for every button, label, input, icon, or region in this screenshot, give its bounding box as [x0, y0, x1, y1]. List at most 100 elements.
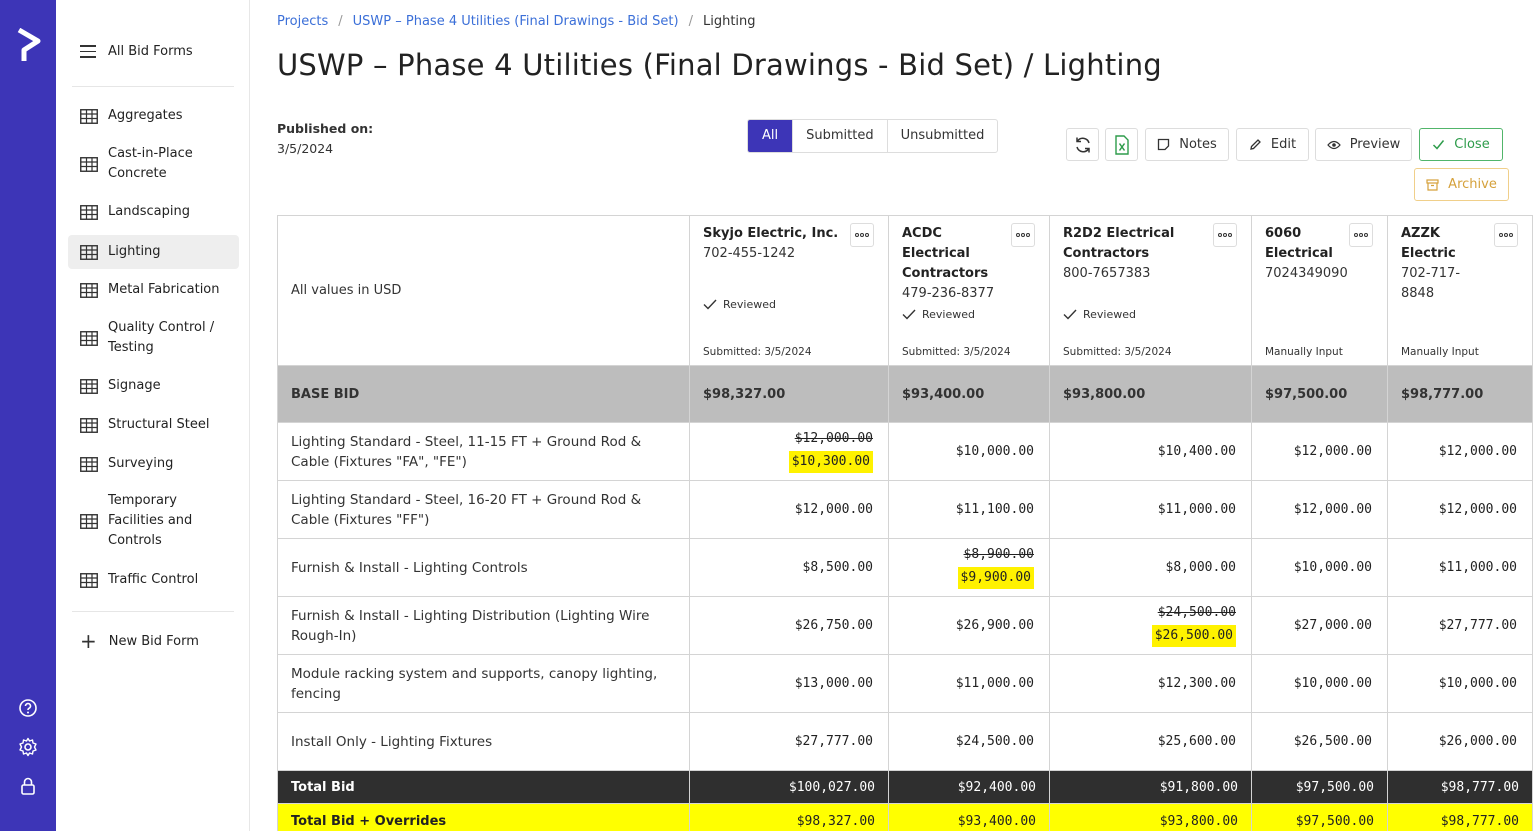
bid-value: $12,000.00: [1293, 444, 1372, 459]
bid-cell[interactable]: $10,000.00: [1387, 654, 1533, 713]
bid-cell[interactable]: $10,000.00: [1251, 654, 1388, 713]
vendor-name[interactable]: 6060 Electrical: [1265, 224, 1347, 264]
bid-cell[interactable]: $8,500.00: [689, 538, 889, 597]
bid-cell[interactable]: $11,100.00: [888, 480, 1050, 539]
bid-cell[interactable]: $10,400.00: [1049, 422, 1252, 481]
bid-cell[interactable]: $12,000.00: [1387, 480, 1533, 539]
sidebar-item-lighting[interactable]: Lighting: [68, 235, 239, 269]
bid-cell[interactable]: $26,900.00: [888, 596, 1050, 655]
bid-cell[interactable]: $25,600.00: [1049, 712, 1252, 771]
settings-gear-icon[interactable]: [18, 737, 38, 757]
vendor-menu-button[interactable]: [1213, 223, 1237, 247]
pencil-icon: [1250, 139, 1261, 150]
breadcrumb-projects[interactable]: Projects: [277, 14, 328, 29]
bid-cell[interactable]: $26,750.00: [689, 596, 889, 655]
reviewed-status: Reviewed: [703, 298, 776, 311]
export-excel-button[interactable]: [1105, 128, 1138, 161]
bid-cell[interactable]: $12,000.00: [1387, 422, 1533, 481]
total-bid-overrides-label: Total Bid + Overrides: [277, 803, 690, 831]
bid-cell[interactable]: $11,000.00: [1387, 538, 1533, 597]
base-bid-value: $98,777.00: [1387, 365, 1533, 423]
breadcrumb-separator: /: [688, 14, 693, 29]
bid-cell[interactable]: $27,777.00: [689, 712, 889, 771]
table-icon: [80, 330, 98, 346]
override-bid-value: $9,900.00: [957, 567, 1034, 589]
vendor-menu-button[interactable]: [1011, 223, 1035, 247]
bid-cell[interactable]: $12,000.00 $10,300.00: [689, 422, 889, 481]
sidebar-item-quality-control-testing[interactable]: Quality Control / Testing: [68, 318, 239, 358]
bid-cell[interactable]: $12,300.00: [1049, 654, 1252, 713]
bid-cell[interactable]: $27,000.00: [1251, 596, 1388, 655]
bid-cell[interactable]: $12,000.00: [689, 480, 889, 539]
close-bidding-button[interactable]: Close: [1419, 128, 1503, 161]
more-options-icon: [1354, 233, 1368, 237]
base-bid-value: $93,400.00: [888, 365, 1050, 423]
app-logo-icon[interactable]: [16, 28, 42, 64]
table-icon: [80, 204, 98, 220]
sidebar-item-temporary-facilities-and-controls[interactable]: Temporary Facilities and Controls: [68, 491, 239, 551]
bid-value: $26,500.00: [1293, 734, 1372, 749]
bid-cell[interactable]: $12,000.00: [1251, 480, 1388, 539]
refresh-button[interactable]: [1066, 128, 1099, 161]
sidebar-item-landscaping[interactable]: Landscaping: [68, 202, 239, 222]
bid-value: $11,000.00: [1157, 502, 1236, 517]
sidebar-item-aggregates[interactable]: Aggregates: [68, 106, 239, 126]
sidebar-item-surveying[interactable]: Surveying: [68, 454, 239, 474]
sidebar-item-signage[interactable]: Signage: [68, 376, 239, 396]
sidebar-item-label: Lighting: [108, 244, 161, 259]
vendor-name[interactable]: AZZK Electric: [1401, 224, 1492, 264]
sidebar-item-traffic-control[interactable]: Traffic Control: [68, 570, 239, 590]
vendor-menu-button[interactable]: [1494, 223, 1518, 247]
bid-value: $27,000.00: [1293, 618, 1372, 633]
breadcrumb-separator: /: [338, 14, 343, 29]
vendor-menu-button[interactable]: [1349, 223, 1373, 247]
lock-icon[interactable]: [18, 776, 38, 796]
bid-cell[interactable]: $10,000.00: [1251, 538, 1388, 597]
edit-button[interactable]: Edit: [1236, 128, 1309, 161]
filter-submitted-button[interactable]: Submitted: [792, 120, 886, 152]
breadcrumb-project[interactable]: USWP – Phase 4 Utilities (Final Drawings…: [353, 14, 679, 29]
help-icon[interactable]: [18, 698, 38, 718]
breadcrumb: Projects / USWP – Phase 4 Utilities (Fin…: [277, 14, 756, 29]
all-bid-forms-link[interactable]: All Bid Forms: [80, 44, 193, 59]
total-bid-value: $91,800.00: [1049, 770, 1252, 804]
total-bid-overrides-value: $98,327.00: [689, 803, 889, 831]
notes-button[interactable]: Notes: [1145, 128, 1229, 161]
filter-unsubmitted-button[interactable]: Unsubmitted: [886, 120, 998, 152]
bid-cell[interactable]: $11,000.00: [1049, 480, 1252, 539]
reviewed-status: Reviewed: [902, 308, 975, 321]
bid-cell[interactable]: $11,000.00: [888, 654, 1050, 713]
bid-cell[interactable]: $10,000.00: [888, 422, 1050, 481]
original-bid-value: $24,500.00: [1157, 605, 1236, 620]
line-item-description: Furnish & Install - Lighting Controls: [277, 538, 690, 597]
new-bid-form-button[interactable]: + New Bid Form: [80, 631, 199, 651]
vendor-name[interactable]: Skyjo Electric, Inc.: [703, 224, 848, 244]
preview-button[interactable]: Preview: [1315, 128, 1412, 161]
vendor-name[interactable]: R2D2 Electrical Contractors: [1063, 224, 1211, 264]
total-bid-value: $97,500.00: [1251, 770, 1388, 804]
vendor-menu-button[interactable]: [850, 223, 874, 247]
total-bid-overrides-value: $93,400.00: [888, 803, 1050, 831]
override-bid-value: $10,300.00: [788, 451, 873, 473]
line-item-row: Furnish & Install - Lighting Distributio…: [277, 596, 1533, 655]
bid-cell[interactable]: $26,500.00: [1251, 712, 1388, 771]
sidebar-item-cast-in-place-concrete[interactable]: Cast-in-Place Concrete: [68, 144, 239, 184]
bid-cell[interactable]: $24,500.00: [888, 712, 1050, 771]
archive-button[interactable]: Archive: [1414, 168, 1509, 201]
check-icon: [703, 299, 717, 310]
bid-cell[interactable]: $24,500.00 $26,500.00: [1049, 596, 1252, 655]
bid-cell[interactable]: $27,777.00: [1387, 596, 1533, 655]
check-icon: [1433, 140, 1445, 150]
all-bid-forms-label: All Bid Forms: [108, 44, 193, 59]
bid-cell[interactable]: $26,000.00: [1387, 712, 1533, 771]
bid-value: $11,100.00: [955, 502, 1034, 517]
vendor-name[interactable]: ACDC Electrical Contractors: [902, 224, 1009, 284]
total-bid-row: Total Bid $100,027.00 $92,400.00 $91,800.00…: [277, 770, 1533, 804]
bid-cell[interactable]: $8,000.00: [1049, 538, 1252, 597]
sidebar-item-metal-fabrication[interactable]: Metal Fabrication: [68, 280, 239, 300]
sidebar-item-structural-steel[interactable]: Structural Steel: [68, 415, 239, 435]
bid-cell[interactable]: $12,000.00: [1251, 422, 1388, 481]
bid-cell[interactable]: $8,900.00 $9,900.00: [888, 538, 1050, 597]
bid-cell[interactable]: $13,000.00: [689, 654, 889, 713]
filter-all-button[interactable]: All: [748, 120, 793, 152]
